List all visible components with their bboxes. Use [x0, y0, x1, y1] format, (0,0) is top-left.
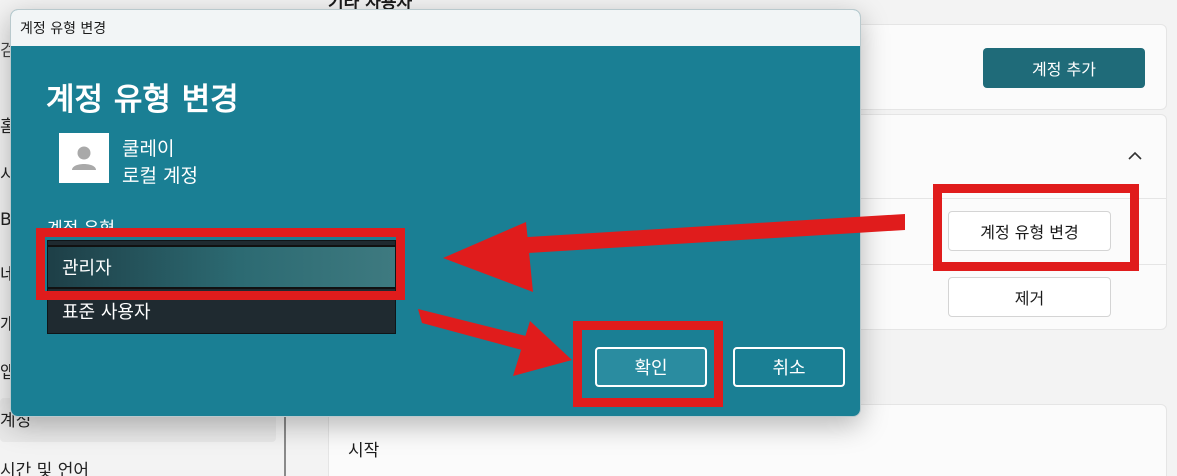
sidebar-item-time-language[interactable]: 시간 및 언어	[0, 456, 89, 476]
option-administrator[interactable]: 관리자	[48, 245, 395, 289]
cancel-button[interactable]: 취소	[733, 347, 845, 387]
change-account-type-button[interactable]: 계정 유형 변경	[948, 211, 1111, 251]
account-type-label: 계정 유형	[47, 219, 115, 239]
dialog-heading: 계정 유형 변경	[46, 82, 239, 118]
ok-button[interactable]: 확인	[595, 347, 707, 387]
remove-button[interactable]: 제거	[948, 277, 1111, 317]
option-standard-user[interactable]: 표준 사용자	[48, 289, 395, 333]
dialog-window-title: 계정 유형 변경	[20, 21, 107, 37]
user-account-kind: 로컬 계정	[122, 165, 198, 187]
change-account-type-dialog: 계정 유형 변경 계정 유형 변경 쿨레이 로컬 계정 계정 유형 관리자 표준…	[10, 9, 861, 417]
user-name: 쿨레이	[122, 138, 175, 160]
start-label[interactable]: 시작	[348, 436, 379, 461]
chevron-up-icon[interactable]	[1124, 144, 1146, 166]
dialog-title-bar[interactable]: 계정 유형 변경	[11, 10, 860, 46]
person-icon	[59, 133, 109, 183]
account-type-listbox[interactable]: 관리자 표준 사용자	[47, 240, 396, 334]
add-account-button[interactable]: 계정 추가	[983, 48, 1145, 88]
